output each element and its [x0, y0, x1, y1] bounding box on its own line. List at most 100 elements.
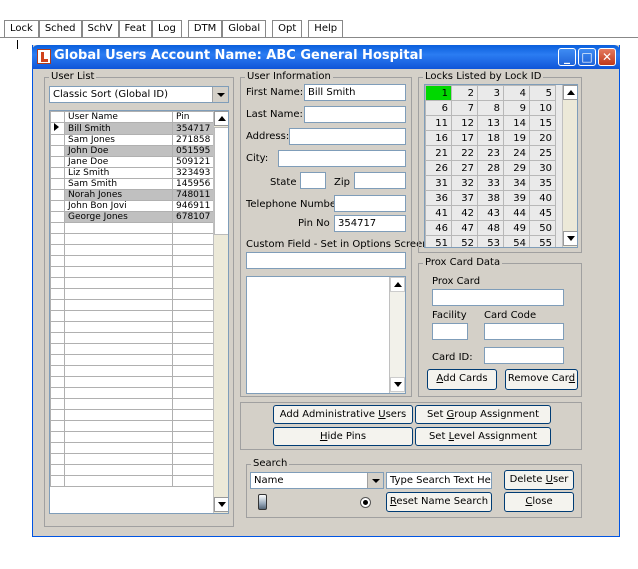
notes-scroll-up-icon[interactable] — [390, 277, 405, 292]
lock-cell[interactable]: 23 — [477, 145, 504, 161]
tab-schv[interactable]: SchV — [81, 20, 119, 38]
user-name-cell[interactable] — [64, 475, 173, 487]
lock-cell[interactable]: 48 — [477, 220, 504, 236]
lock-cell[interactable]: 38 — [477, 190, 504, 206]
lock-cell[interactable]: 40 — [529, 190, 556, 206]
row-selector[interactable] — [50, 222, 65, 234]
lock-cell[interactable]: 37 — [451, 190, 478, 206]
user-name-cell[interactable] — [64, 453, 173, 465]
row-selector[interactable] — [50, 387, 65, 399]
user-pin-cell[interactable] — [172, 222, 214, 234]
table-row[interactable] — [50, 299, 214, 311]
lock-cell[interactable]: 45 — [529, 205, 556, 221]
row-selector[interactable] — [50, 134, 65, 146]
lock-cell[interactable]: 49 — [503, 220, 530, 236]
tab-dtm[interactable]: DTM — [187, 20, 223, 38]
user-name-cell[interactable] — [64, 398, 173, 410]
lock-cell[interactable]: 52 — [451, 235, 478, 247]
user-name-cell[interactable] — [64, 244, 173, 256]
row-selector[interactable] — [50, 145, 65, 157]
lock-cell[interactable]: 18 — [477, 130, 504, 146]
table-row[interactable]: Liz Smith 323493 — [50, 167, 214, 179]
first-name-field[interactable]: Bill Smith — [304, 84, 406, 101]
user-name-cell[interactable] — [64, 464, 173, 476]
lock-cell[interactable]: 13 — [477, 115, 504, 131]
sort-select[interactable]: Classic Sort (Global ID) — [49, 86, 229, 103]
user-name-cell[interactable] — [64, 222, 173, 234]
lock-cell[interactable]: 21 — [425, 145, 452, 161]
user-pin-cell[interactable] — [172, 376, 214, 388]
table-row[interactable] — [50, 409, 214, 421]
row-selector[interactable] — [50, 321, 65, 333]
search-option-radio[interactable] — [360, 497, 371, 508]
lock-cell[interactable]: 15 — [529, 115, 556, 131]
user-pin-cell[interactable]: 509121 — [172, 156, 214, 168]
user-pin-cell[interactable] — [172, 233, 214, 245]
user-pin-cell[interactable] — [172, 288, 214, 300]
lock-cell[interactable]: 51 — [425, 235, 452, 247]
row-selector[interactable] — [50, 167, 65, 179]
add-cards-button[interactable]: Add Cards — [427, 369, 497, 390]
lock-cell[interactable]: 50 — [529, 220, 556, 236]
lock-cell[interactable]: 28 — [477, 160, 504, 176]
tab-sched[interactable]: Sched — [38, 20, 82, 38]
user-pin-cell[interactable]: 145956 — [172, 178, 214, 190]
locks-scroll-up-icon[interactable] — [563, 85, 577, 100]
row-selector[interactable] — [50, 409, 65, 421]
row-selector[interactable] — [50, 233, 65, 245]
user-name-cell[interactable] — [64, 387, 173, 399]
row-selector[interactable] — [50, 200, 65, 212]
telephone-field[interactable] — [334, 195, 406, 212]
user-pin-cell[interactable] — [172, 442, 214, 454]
row-selector[interactable] — [50, 310, 65, 322]
reset-name-search-button[interactable]: Reset Name Search — [386, 492, 492, 512]
user-name-cell[interactable]: John Doe — [64, 145, 173, 157]
user-name-cell[interactable] — [64, 365, 173, 377]
user-pin-cell[interactable] — [172, 464, 214, 476]
row-selector[interactable] — [50, 464, 65, 476]
row-selector[interactable] — [50, 442, 65, 454]
city-field[interactable] — [278, 150, 406, 167]
pin-field[interactable]: 354717 — [334, 215, 406, 232]
table-row[interactable] — [50, 277, 214, 289]
lock-cell[interactable]: 31 — [425, 175, 452, 191]
zip-field[interactable] — [354, 172, 406, 189]
hide-pins-button[interactable]: Hide Pins — [273, 427, 413, 446]
user-name-cell[interactable] — [64, 376, 173, 388]
state-field[interactable] — [300, 172, 326, 189]
locks-grid[interactable]: 1 2 3 4 5 6 7 8 9 10 11 12 13 14 15 16 17 18 19 20 21 22 23 24 2… — [424, 84, 578, 248]
user-pin-cell[interactable] — [172, 365, 214, 377]
table-row[interactable] — [50, 244, 214, 256]
user-name-cell[interactable] — [64, 343, 173, 355]
delete-user-button[interactable]: Delete User — [504, 470, 574, 490]
user-pin-cell[interactable] — [172, 310, 214, 322]
lock-cell[interactable]: 20 — [529, 130, 556, 146]
user-pin-cell[interactable] — [172, 244, 214, 256]
user-name-cell[interactable] — [64, 277, 173, 289]
lock-cell[interactable]: 43 — [477, 205, 504, 221]
lock-cell[interactable]: 34 — [503, 175, 530, 191]
user-name-cell[interactable] — [64, 299, 173, 311]
user-pin-cell[interactable]: 354717 — [172, 122, 214, 135]
row-selector[interactable] — [50, 376, 65, 388]
prox-card-field[interactable] — [432, 289, 564, 306]
user-name-cell[interactable] — [64, 420, 173, 432]
user-pin-cell[interactable] — [172, 453, 214, 465]
user-grid-scrollbar[interactable] — [213, 111, 228, 513]
row-selector[interactable] — [50, 288, 65, 300]
lock-cell[interactable]: 24 — [503, 145, 530, 161]
lock-cell[interactable]: 1 — [425, 85, 452, 101]
table-row[interactable] — [50, 431, 214, 443]
lock-cell[interactable]: 54 — [503, 235, 530, 247]
row-selector[interactable] — [50, 266, 65, 278]
set-group-assignment-button[interactable]: Set Group Assignment — [415, 405, 551, 424]
lock-cell[interactable]: 36 — [425, 190, 452, 206]
lock-cell[interactable]: 2 — [451, 85, 478, 101]
row-selector[interactable] — [50, 475, 65, 487]
lock-cell[interactable]: 53 — [477, 235, 504, 247]
lock-cell[interactable]: 25 — [529, 145, 556, 161]
last-name-field[interactable] — [304, 106, 406, 123]
lock-cell[interactable]: 6 — [425, 100, 452, 116]
table-row[interactable] — [50, 354, 214, 366]
lock-cell[interactable]: 26 — [425, 160, 452, 176]
